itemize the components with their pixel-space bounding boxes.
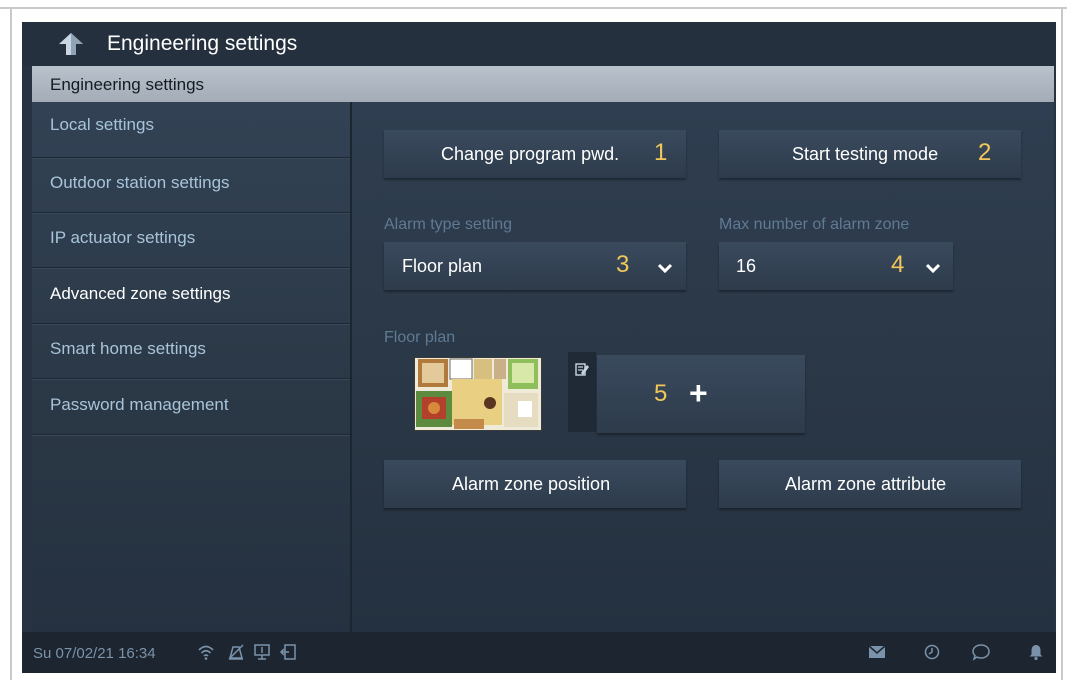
start-testing-mode-label: Start testing mode xyxy=(792,144,939,164)
sidebar-item-label: Password management xyxy=(50,395,229,414)
callout-marker-4: 4 xyxy=(891,251,905,278)
main-panel: Change program pwd. 1 Start testing mode… xyxy=(352,102,1054,632)
sidebar-item-label: Outdoor station settings xyxy=(50,173,230,192)
edit-floor-plan-strip[interactable] xyxy=(568,352,596,432)
sidebar-item-label: Local settings xyxy=(50,115,154,134)
history-icon[interactable] xyxy=(923,643,941,661)
chevron-down-icon xyxy=(658,263,672,273)
sidebar-item-ip-actuator-settings[interactable]: IP actuator settings xyxy=(32,212,350,268)
change-program-pwd-label: Change program pwd. xyxy=(441,144,620,164)
sidebar-item-outdoor-station-settings[interactable]: Outdoor station settings xyxy=(32,157,350,213)
plus-icon: + xyxy=(689,375,708,411)
sidebar-item-label: Smart home settings xyxy=(50,339,206,358)
sidebar-item-smart-home-settings[interactable]: Smart home settings xyxy=(32,323,350,379)
add-floor-plan-button[interactable]: 5 + xyxy=(597,355,805,433)
alarm-zone-position-button[interactable]: Alarm zone position xyxy=(384,460,686,508)
door-exit-icon xyxy=(279,644,296,660)
alarm-zone-position-label: Alarm zone position xyxy=(452,474,611,494)
callout-marker-5: 5 xyxy=(654,380,668,407)
alarm-type-setting-label: Alarm type setting xyxy=(384,216,513,233)
status-datetime: Su 07/02/21 16:34 xyxy=(33,645,156,662)
wifi-icon xyxy=(198,645,214,660)
edit-icon[interactable] xyxy=(575,362,590,377)
status-bar: Su 07/02/21 16:34 xyxy=(22,632,1056,673)
change-program-pwd-button[interactable]: Change program pwd. 1 xyxy=(384,130,686,178)
max-alarm-zone-value: 16 xyxy=(736,256,757,276)
callout-marker-3: 3 xyxy=(616,251,630,278)
monitor-icon xyxy=(254,644,270,660)
frame-border-right xyxy=(1061,7,1063,680)
mute-icon xyxy=(228,644,244,660)
device-screen: Engineering settings Engineering setting… xyxy=(22,22,1056,673)
section-header: Engineering settings xyxy=(32,66,1054,102)
callout-marker-1: 1 xyxy=(654,139,668,166)
floor-plan-thumbnail[interactable] xyxy=(414,357,542,431)
alarm-zone-attribute-label: Alarm zone attribute xyxy=(785,474,947,494)
floor-plan-label: Floor plan xyxy=(384,329,456,346)
alarm-type-dropdown[interactable]: Floor plan 3 xyxy=(384,242,686,290)
sidebar-item-advanced-zone-settings[interactable]: Advanced zone settings xyxy=(32,268,350,324)
sidebar-item-label: Advanced zone settings xyxy=(50,284,231,303)
max-alarm-zone-label: Max number of alarm zone xyxy=(719,216,910,233)
sidebar-item-local-settings[interactable]: Local settings xyxy=(32,102,350,158)
section-header-label: Engineering settings xyxy=(50,75,205,94)
floor-plan-image xyxy=(414,357,542,431)
max-alarm-zone-dropdown[interactable]: 16 4 xyxy=(719,242,953,290)
mail-icon[interactable] xyxy=(868,643,886,661)
frame-border-left xyxy=(10,7,12,680)
start-testing-mode-button[interactable]: Start testing mode 2 xyxy=(719,130,1021,178)
bell-icon[interactable] xyxy=(1027,643,1045,661)
sidebar-item-password-management[interactable]: Password management xyxy=(32,379,350,435)
alarm-type-value: Floor plan xyxy=(402,256,483,276)
sidebar-item-label: IP actuator settings xyxy=(50,228,196,247)
back-arrow-icon[interactable] xyxy=(58,32,84,56)
callout-marker-2: 2 xyxy=(978,139,992,166)
alarm-zone-attribute-button[interactable]: Alarm zone attribute xyxy=(719,460,1021,508)
chat-icon[interactable] xyxy=(972,643,990,661)
title-bar: Engineering settings xyxy=(22,22,1056,66)
page-title: Engineering settings xyxy=(107,32,298,55)
frame-border-top xyxy=(0,7,1067,9)
chevron-down-icon xyxy=(926,263,940,273)
sidebar: Local settings Outdoor station settings … xyxy=(32,102,350,632)
